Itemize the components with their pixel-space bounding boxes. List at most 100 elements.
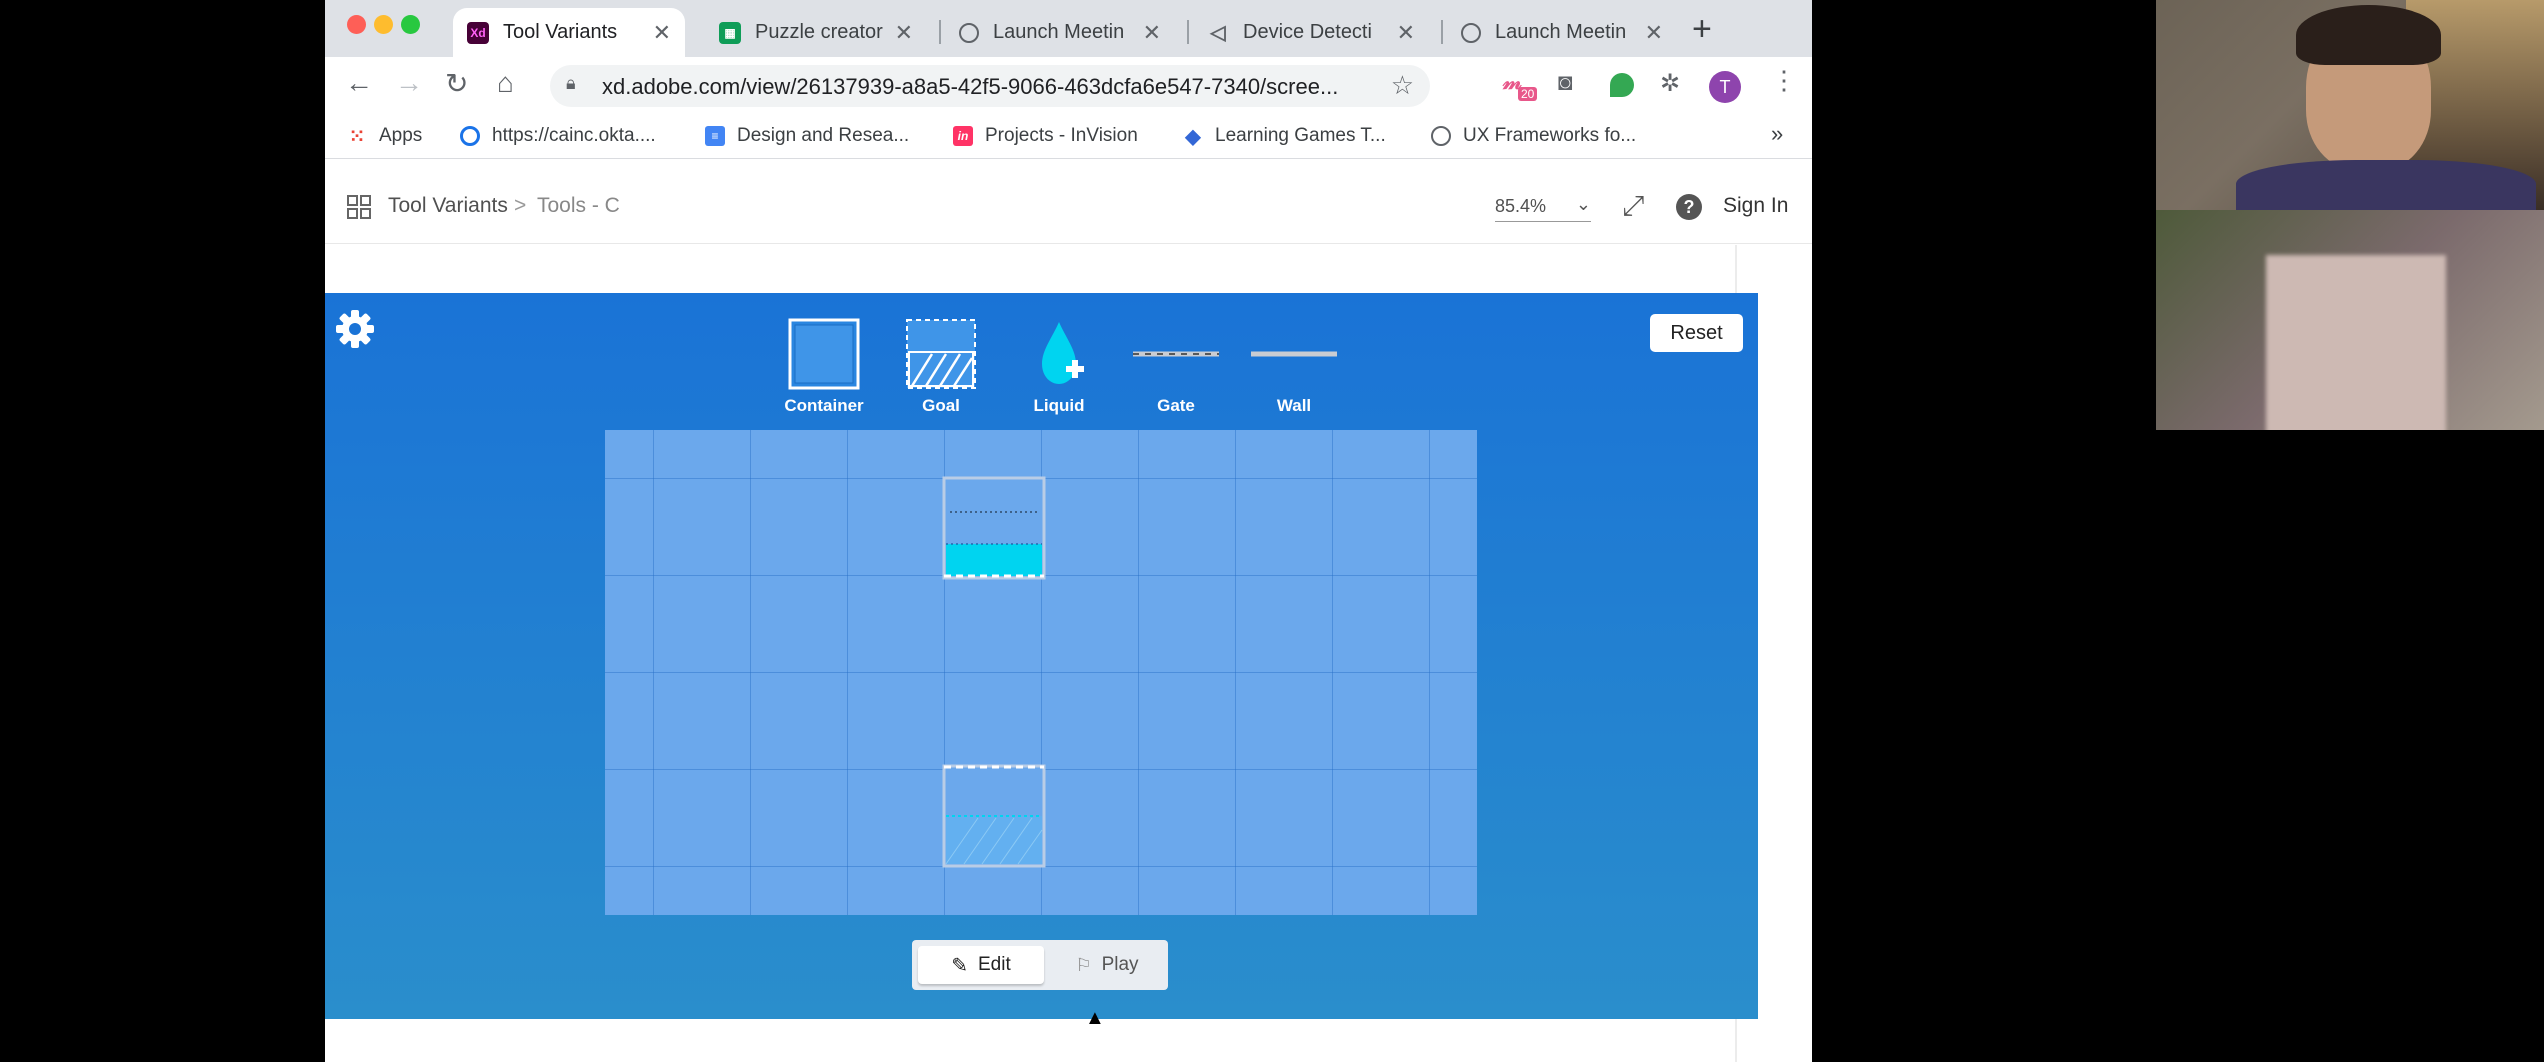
tab-puzzle-creator[interactable]: ▦ Puzzle creator ✕ (705, 8, 927, 57)
reset-button[interactable]: Reset (1650, 314, 1743, 352)
close-tab-icon[interactable]: ✕ (1143, 20, 1161, 46)
tool-gate[interactable]: Gate (1117, 318, 1235, 418)
close-window-button[interactable] (347, 15, 366, 34)
tool-goal[interactable]: Goal (882, 318, 1000, 418)
tab-label: Tool Variants (503, 21, 618, 43)
fullscreen-icon[interactable]: ⤢ (1622, 190, 1644, 223)
goal-container[interactable] (942, 764, 1046, 868)
mode-switch: ✎ Edit ⚐ Play (912, 940, 1168, 990)
puzzle-artboard: Reset Container Goal Liquid Gate Wall ✎ … (325, 293, 1758, 1019)
google-docs-icon: ≡ (705, 126, 725, 146)
close-tab-icon[interactable]: ✕ (1645, 20, 1663, 46)
webcam-shirt (2236, 160, 2536, 210)
grid-line (605, 672, 1477, 673)
bookmark-apps[interactable]: ⁙ Apps (347, 125, 423, 148)
close-tab-icon[interactable]: ✕ (1397, 20, 1415, 46)
tool-container[interactable]: Container (765, 318, 883, 418)
webcam-hair (2296, 5, 2441, 65)
okta-icon (460, 126, 480, 146)
pencil-icon: ✎ (951, 954, 968, 977)
tab-separator (1441, 20, 1443, 44)
liquid-drop-icon (1042, 322, 1084, 384)
flag-icon: ⚐ (1075, 954, 1092, 975)
zoom-dropdown[interactable]: 85.4% ⌄ (1495, 194, 1591, 222)
url-text: xd.adobe.com/view/26137939-a8a5-42f5-906… (602, 74, 1339, 99)
play-mode-button[interactable]: ⚐ Play (1052, 946, 1162, 984)
diamond-icon: ◆ (1185, 125, 1201, 148)
tab-separator (939, 20, 941, 44)
goal-icon (906, 319, 976, 389)
globe-icon (1461, 22, 1481, 43)
container-icon (788, 318, 860, 390)
webcam-participant-1 (2156, 0, 2544, 210)
bookmark-label: UX Frameworks fo... (1463, 125, 1637, 146)
bookmark-star-icon[interactable]: ☆ (1391, 70, 1414, 101)
tab-launch-meeting-2[interactable]: Launch Meetin ✕ (1447, 8, 1677, 57)
zoom-value: 85.4% (1495, 196, 1547, 216)
tab-label: Puzzle creator (755, 21, 883, 43)
screen: Xd Tool Variants ✕ ▦ Puzzle creator ✕ La… (0, 0, 2544, 1062)
tool-label: Wall (1276, 396, 1312, 415)
lock-icon: 🔒︎ (566, 73, 576, 93)
profile-avatar[interactable]: T (1709, 71, 1741, 103)
play-label: Play (1101, 954, 1139, 975)
more-menu-icon[interactable]: ⋮ (1771, 65, 1797, 96)
tool-wall[interactable]: Wall (1235, 318, 1353, 418)
new-tab-plus-icon[interactable]: + (1692, 10, 1712, 49)
mouse-cursor-icon: ▲ (1085, 1007, 1105, 1029)
tool-label: Gate (1157, 396, 1195, 415)
bookmark-label: Projects - InVision (985, 125, 1138, 146)
browser-window: Xd Tool Variants ✕ ▦ Puzzle creator ✕ La… (325, 0, 1812, 1062)
container-with-liquid[interactable] (942, 476, 1046, 580)
minimize-window-button[interactable] (374, 15, 393, 34)
adobe-xd-icon: Xd (467, 21, 489, 44)
puzzle-extensions-icon[interactable]: ✲ (1660, 69, 1680, 98)
wall-icon (1251, 351, 1337, 357)
tab-tool-variants[interactable]: Xd Tool Variants ✕ (453, 8, 685, 57)
grid-view-icon[interactable] (347, 195, 371, 219)
tab-device-detection[interactable]: ◁ Device Detecti ✕ (1193, 8, 1429, 57)
close-tab-icon[interactable]: ✕ (895, 20, 913, 46)
tool-label: Liquid (1033, 396, 1085, 415)
chevron-down-icon: ⌄ (1575, 194, 1591, 214)
home-icon[interactable]: ⌂ (497, 67, 514, 99)
back-arrow-icon[interactable]: ← (345, 67, 373, 99)
camera-icon[interactable]: ◙ (1558, 69, 1573, 97)
invision-icon: in (953, 126, 973, 146)
tab-launch-meeting-1[interactable]: Launch Meetin ✕ (945, 8, 1175, 57)
bookmark-okta[interactable]: https://cainc.okta.... (460, 125, 656, 147)
edit-mode-button[interactable]: ✎ Edit (918, 946, 1044, 984)
sign-in-link[interactable]: Sign In (1723, 194, 1788, 218)
close-tab-icon[interactable]: ✕ (653, 20, 671, 46)
tab-label: Launch Meetin (993, 21, 1125, 43)
bookmark-invision[interactable]: in Projects - InVision (953, 125, 1138, 147)
bookmarks-bar: ⁙ Apps https://cainc.okta.... ≡ Design a… (325, 115, 1812, 159)
tab-label: Launch Meetin (1495, 21, 1627, 43)
help-icon[interactable]: ? (1676, 194, 1702, 220)
bookmark-learning-games[interactable]: ◆ Learning Games T... (1183, 125, 1386, 148)
gate-icon (1133, 351, 1219, 357)
browser-toolbar: ← → ↻ ⌂ 🔒︎ xd.adobe.com/view/26137939-a8… (325, 57, 1812, 115)
bookmark-ux-frameworks[interactable]: UX Frameworks fo... (1431, 125, 1636, 147)
tool-label: Goal (922, 396, 960, 415)
apps-grid-icon: ⁙ (348, 125, 366, 148)
settings-gear-icon[interactable] (331, 305, 379, 353)
puzzle-grid[interactable] (605, 430, 1477, 915)
maximize-window-button[interactable] (401, 15, 420, 34)
bookmark-design-research[interactable]: ≡ Design and Resea... (705, 125, 909, 147)
tab-separator (1187, 20, 1189, 44)
reload-icon[interactable]: ↻ (445, 67, 468, 100)
tool-label: Container (784, 396, 864, 415)
address-bar[interactable]: 🔒︎ xd.adobe.com/view/26137939-a8a5-42f5-… (550, 65, 1430, 107)
forward-arrow-icon[interactable]: → (395, 67, 423, 99)
bookmark-label: Learning Games T... (1215, 125, 1386, 146)
chat-bubble-icon[interactable] (1610, 73, 1634, 97)
webcam-participant-2 (2156, 210, 2544, 430)
breadcrumb-root[interactable]: Tool Variants (388, 194, 508, 218)
bookmark-label: https://cainc.okta.... (492, 125, 656, 146)
tab-strip: Xd Tool Variants ✕ ▦ Puzzle creator ✕ La… (325, 0, 1812, 57)
unity-icon: ◁ (1210, 22, 1226, 44)
bookmark-label: Apps (379, 125, 423, 146)
more-bookmarks-icon[interactable]: » (1771, 121, 1783, 147)
tool-liquid[interactable]: Liquid (1000, 318, 1118, 418)
